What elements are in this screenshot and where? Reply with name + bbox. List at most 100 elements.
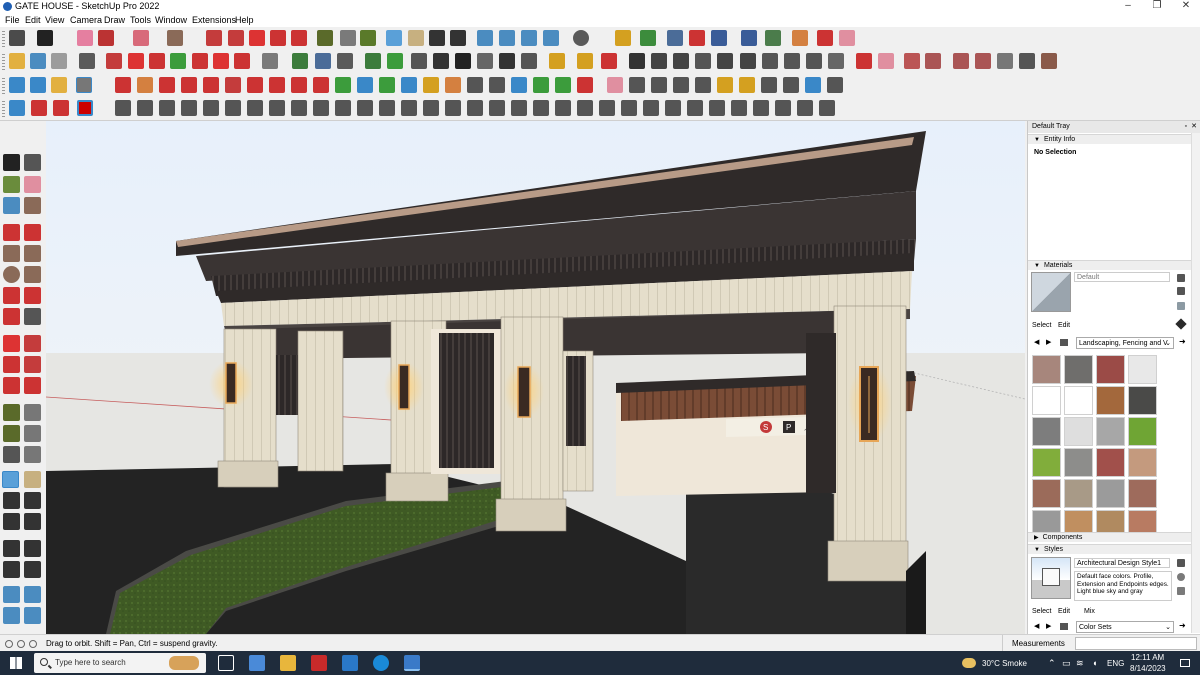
taskbar-search[interactable]: Type here to search — [34, 653, 206, 673]
extension-warehouse-icon[interactable] — [543, 30, 559, 46]
back-arrow-icon[interactable]: ◀ — [1034, 338, 1039, 346]
lasso-icon[interactable] — [24, 154, 41, 171]
label-join-icon[interactable] — [533, 100, 549, 116]
minimize-button[interactable]: – — [1113, 0, 1143, 13]
right-view-icon[interactable] — [79, 53, 95, 69]
label-rails-icon[interactable] — [467, 100, 483, 116]
material-name-field[interactable]: Default — [1074, 272, 1170, 282]
warehouse-icon[interactable] — [477, 30, 493, 46]
undo-icon[interactable] — [817, 30, 833, 46]
sweep-icon[interactable] — [805, 77, 821, 93]
subtract-icon[interactable] — [1019, 53, 1035, 69]
offset-tool-icon[interactable] — [24, 377, 41, 394]
two-point-arc-icon[interactable] — [24, 287, 41, 304]
cone-icon[interactable] — [401, 77, 417, 93]
circle-tool-icon[interactable] — [762, 53, 778, 69]
extrude-skin-icon[interactable] — [234, 53, 250, 69]
label-window-icon[interactable] — [665, 100, 681, 116]
notifications-icon[interactable] — [1180, 659, 1190, 667]
toolbar-grip[interactable] — [2, 31, 5, 47]
rectangle-tool-icon[interactable] — [3, 245, 20, 262]
credits-icon[interactable] — [17, 640, 25, 648]
scene-icon[interactable] — [477, 53, 493, 69]
select-icon[interactable] — [37, 30, 53, 46]
create-style-icon[interactable] — [1177, 573, 1185, 581]
arc-tool-icon[interactable] — [3, 287, 20, 304]
material-swatch[interactable] — [1096, 386, 1125, 415]
weld-icon[interactable] — [856, 53, 872, 69]
label-rotate-icon[interactable] — [137, 100, 153, 116]
forward-arrow-icon[interactable]: ▶ — [1046, 338, 1051, 346]
profile-icon[interactable] — [203, 77, 219, 93]
materials-header[interactable]: ▼ Materials — [1028, 260, 1191, 270]
shape-icon[interactable] — [445, 77, 461, 93]
drape-icon[interactable] — [695, 53, 711, 69]
paint-bucket-small-icon[interactable] — [1177, 302, 1185, 310]
label-bevel-icon[interactable] — [577, 100, 593, 116]
styles-header[interactable]: ▼ Styles — [1028, 544, 1191, 554]
menu-extensions[interactable]: Extensions — [192, 13, 236, 27]
vector-push-pull-icon[interactable] — [315, 53, 331, 69]
label-path-icon[interactable] — [181, 100, 197, 116]
paint-bucket-icon[interactable] — [360, 30, 376, 46]
menu-edit[interactable]: Edit — [25, 13, 41, 27]
material-library-dropdown[interactable]: Landscaping, Fencing and V ⌄ — [1076, 337, 1174, 349]
paint-tool-icon[interactable] — [3, 176, 20, 193]
torus-icon[interactable] — [489, 77, 505, 93]
sketchup-taskbar-icon[interactable] — [404, 655, 420, 671]
layout-icon[interactable] — [9, 77, 25, 93]
extrude-line-icon[interactable] — [149, 53, 165, 69]
grid-icon[interactable] — [717, 77, 733, 93]
maximize-button[interactable]: ❐ — [1142, 0, 1172, 13]
style-name-field[interactable]: Architectural Design Style1 — [1074, 558, 1170, 568]
pie-icon[interactable] — [3, 308, 20, 325]
share-component-icon[interactable] — [521, 30, 537, 46]
label-offset-icon[interactable] — [291, 100, 307, 116]
styles-tab-select[interactable]: Select — [1032, 608, 1051, 615]
label-taper-icon[interactable] — [489, 100, 505, 116]
extrude-icon[interactable] — [106, 53, 122, 69]
network-icon[interactable]: ▭ — [1062, 658, 1071, 669]
shaded-icon[interactable] — [765, 30, 781, 46]
text-icon[interactable] — [76, 77, 92, 93]
zoom-window-icon[interactable] — [450, 30, 466, 46]
round-rect-icon[interactable] — [629, 77, 645, 93]
spiral-icon[interactable] — [467, 77, 483, 93]
shadow-icon[interactable] — [499, 53, 515, 69]
ellipse-icon[interactable] — [651, 77, 667, 93]
toolbar-grip[interactable] — [2, 101, 5, 117]
material-swatch[interactable] — [1064, 386, 1093, 415]
tray-scrollbar[interactable] — [1191, 133, 1200, 633]
windows-start-icon[interactable] — [10, 657, 22, 669]
label-edge-icon[interactable] — [247, 100, 263, 116]
language-indicator[interactable]: ENG — [1107, 659, 1124, 668]
label-hand-icon[interactable] — [819, 100, 835, 116]
material-swatch[interactable] — [1064, 417, 1093, 446]
smoove-icon[interactable] — [651, 53, 667, 69]
label-wrap-icon[interactable] — [379, 100, 395, 116]
label-arc-icon[interactable] — [159, 100, 175, 116]
label-column-icon[interactable] — [731, 100, 747, 116]
label-extrude-icon[interactable] — [357, 100, 373, 116]
material-swatch[interactable] — [1096, 355, 1125, 384]
menu-window[interactable]: Window — [155, 13, 187, 27]
fillet-icon[interactable] — [115, 77, 131, 93]
label-shell-icon[interactable] — [511, 100, 527, 116]
zoom-tool-icon[interactable] — [3, 492, 20, 509]
top-view-icon[interactable] — [30, 53, 46, 69]
mirror-icon[interactable] — [225, 77, 241, 93]
material-swatch[interactable] — [1128, 386, 1157, 415]
group-icon[interactable] — [387, 53, 403, 69]
dimension-tool-icon[interactable] — [24, 404, 41, 421]
three-point-arc-icon[interactable] — [24, 308, 41, 325]
material-swatch[interactable] — [1096, 479, 1125, 508]
solid-tools-icon[interactable] — [953, 53, 969, 69]
material-swatch[interactable] — [1128, 479, 1157, 508]
label-twist-icon[interactable] — [423, 100, 439, 116]
move-tool-icon[interactable] — [3, 335, 20, 352]
toolbar-grip[interactable] — [2, 54, 5, 70]
tray-pin-icon[interactable]: ▫ — [1185, 121, 1187, 133]
geo-location-icon[interactable] — [5, 640, 13, 648]
component-options-icon[interactable] — [9, 100, 25, 116]
toolbar-grip[interactable] — [2, 78, 5, 94]
